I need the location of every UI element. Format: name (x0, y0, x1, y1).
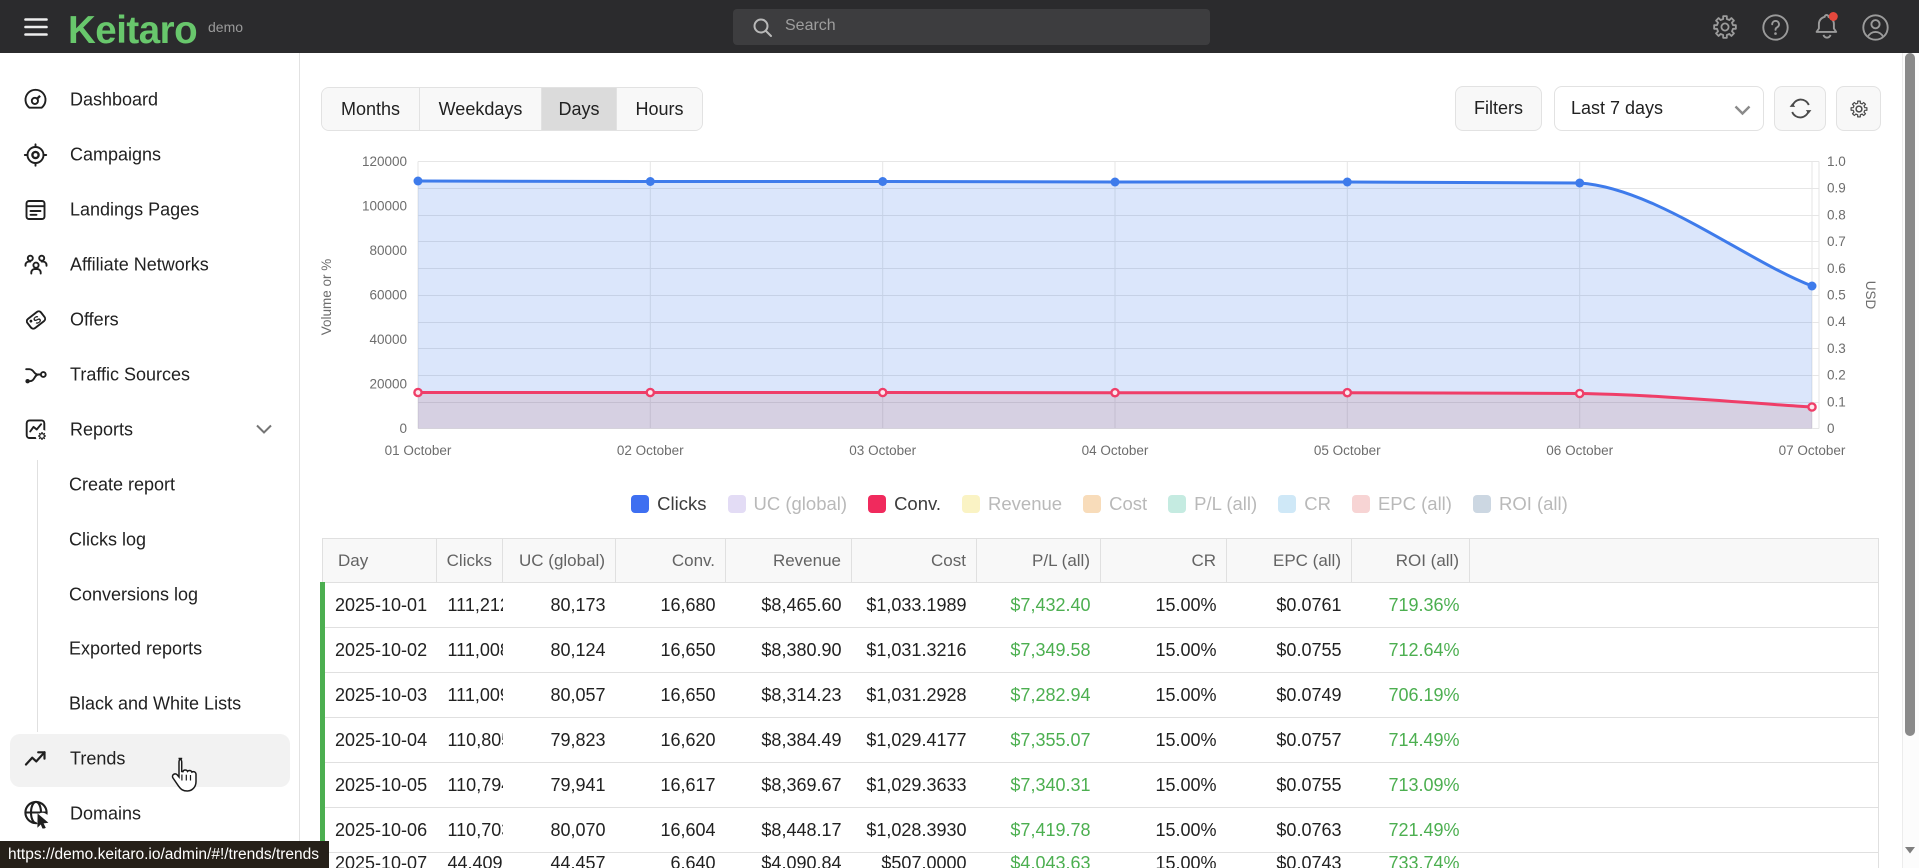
svg-text:0: 0 (1827, 421, 1835, 436)
svg-text:Volume or %: Volume or % (319, 259, 334, 336)
svg-text:S: S (31, 313, 44, 327)
svg-text:0.1: 0.1 (1827, 394, 1846, 409)
svg-text:100000: 100000 (362, 199, 407, 214)
svg-text:120000: 120000 (362, 154, 407, 169)
svg-text:0.5: 0.5 (1827, 288, 1846, 303)
svg-text:20000: 20000 (369, 377, 407, 392)
svg-text:80000: 80000 (369, 243, 407, 258)
svg-text:0.7: 0.7 (1827, 234, 1846, 249)
svg-text:0.3: 0.3 (1827, 341, 1846, 356)
svg-text:USD: USD (1863, 281, 1878, 310)
svg-text:40000: 40000 (369, 332, 407, 347)
svg-text:0.6: 0.6 (1827, 261, 1846, 276)
svg-text:02 October: 02 October (617, 443, 684, 458)
svg-text:0.2: 0.2 (1827, 368, 1846, 383)
svg-text:0.9: 0.9 (1827, 181, 1846, 196)
svg-text:01 October: 01 October (385, 443, 452, 458)
svg-text:06 October: 06 October (1546, 443, 1613, 458)
svg-text:07 October: 07 October (1779, 443, 1846, 458)
svg-text:60000: 60000 (369, 288, 407, 303)
svg-text:0.8: 0.8 (1827, 207, 1846, 222)
svg-text:05 October: 05 October (1314, 443, 1381, 458)
svg-text:1.0: 1.0 (1827, 154, 1846, 169)
svg-text:0.4: 0.4 (1827, 314, 1846, 329)
svg-text:04 October: 04 October (1082, 443, 1149, 458)
svg-text:0: 0 (399, 421, 407, 436)
svg-text:03 October: 03 October (849, 443, 916, 458)
